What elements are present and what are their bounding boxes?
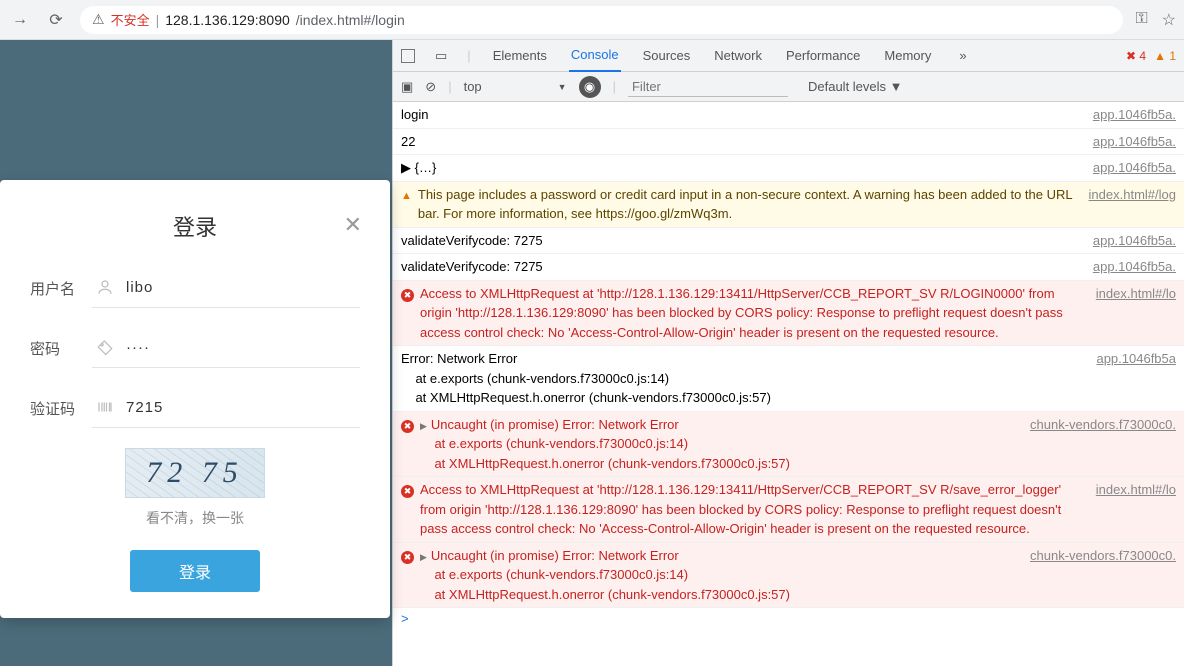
live-expression-icon[interactable]: ◉ [579, 76, 601, 98]
console-row[interactable]: ▶ {…}app.1046fb5a. [393, 155, 1184, 182]
console-filter-input[interactable] [628, 77, 788, 97]
close-icon[interactable]: ✕ [344, 212, 362, 238]
console-row[interactable]: Uncaught (in promise) Error: Network Err… [393, 543, 1184, 609]
tab-sources[interactable]: Sources [641, 40, 693, 72]
console-prompt[interactable]: > [393, 608, 1184, 629]
username-input[interactable]: libo [92, 268, 360, 308]
console-source-link[interactable]: index.html#/log [1089, 185, 1176, 224]
warning-count[interactable]: ▲ 1 [1154, 49, 1176, 63]
console-source-link[interactable]: app.1046fb5a. [1093, 105, 1176, 125]
console-source-link[interactable]: chunk-vendors.f73000c0. [1030, 415, 1176, 474]
barcode-icon [96, 398, 116, 418]
console-row[interactable]: Access to XMLHttpRequest at 'http://128.… [393, 477, 1184, 543]
tag-icon [96, 338, 116, 358]
console-source-link[interactable]: app.1046fb5a. [1093, 231, 1176, 251]
devtools-tabs: ▭ | Elements Console Sources Network Per… [393, 40, 1184, 72]
console-row[interactable]: Access to XMLHttpRequest at 'http://128.… [393, 281, 1184, 347]
captcha-value: 7215 [126, 399, 163, 416]
login-dialog: 登录 ✕ 用户名 libo 密码 ···· [0, 180, 390, 618]
console-output[interactable]: loginapp.1046fb5a.22app.1046fb5a.▶ {…}ap… [393, 102, 1184, 666]
security-text: 不安全 [111, 10, 150, 29]
password-value: ···· [126, 339, 150, 356]
console-row[interactable]: This page includes a password or credit … [393, 182, 1184, 228]
url-host: 128.1.136.129:8090 [165, 12, 290, 28]
console-toolbar: ▣ ⊘ | top▼ ◉ | Default levels ▼ [393, 72, 1184, 102]
page-content: 登录 ✕ 用户名 libo 密码 ···· [0, 40, 392, 666]
url-path: /index.html#/login [296, 12, 405, 28]
console-source-link[interactable]: app.1046fb5a. [1093, 257, 1176, 277]
console-source-link[interactable]: index.html#/lo [1096, 284, 1176, 343]
error-count[interactable]: ✖ 4 [1126, 49, 1146, 63]
console-source-link[interactable]: app.1046fb5a [1096, 349, 1176, 408]
tabs-overflow[interactable]: » [959, 48, 966, 63]
device-icon[interactable]: ▭ [435, 48, 447, 64]
forward-button[interactable]: → [8, 8, 32, 32]
console-source-link[interactable]: app.1046fb5a. [1093, 132, 1176, 152]
console-row[interactable]: Error: Network Error at e.exports (chunk… [393, 346, 1184, 412]
username-label: 用户名 [30, 278, 92, 299]
user-icon [96, 278, 116, 298]
clear-console-icon[interactable]: ⊘ [425, 79, 436, 95]
tab-memory[interactable]: Memory [882, 40, 933, 72]
console-source-link[interactable]: app.1046fb5a. [1093, 158, 1176, 178]
log-levels-selector[interactable]: Default levels ▼ [808, 79, 903, 94]
console-row[interactable]: Uncaught (in promise) Error: Network Err… [393, 412, 1184, 478]
captcha-image[interactable]: 72 75 [125, 448, 265, 498]
password-label: 密码 [30, 338, 92, 359]
captcha-refresh-link[interactable]: 看不清，换一张 [30, 508, 360, 528]
address-bar[interactable]: ⚠ 不安全 | 128.1.136.129:8090/index.html#/l… [80, 6, 1123, 34]
tab-performance[interactable]: Performance [784, 40, 862, 72]
tab-network[interactable]: Network [712, 40, 764, 72]
tab-console[interactable]: Console [569, 40, 621, 72]
login-title: 登录 [30, 210, 360, 242]
password-input[interactable]: ···· [92, 328, 360, 368]
login-button[interactable]: 登录 [130, 550, 260, 592]
console-row[interactable]: loginapp.1046fb5a. [393, 102, 1184, 129]
tab-elements[interactable]: Elements [491, 40, 549, 72]
star-icon[interactable]: ☆ [1162, 10, 1176, 30]
browser-toolbar: → ⟳ ⚠ 不安全 | 128.1.136.129:8090/index.htm… [0, 0, 1184, 40]
console-source-link[interactable]: index.html#/lo [1096, 480, 1176, 539]
key-icon[interactable]: ⚿ [1135, 10, 1147, 30]
reload-button[interactable]: ⟳ [44, 8, 68, 32]
captcha-label: 验证码 [30, 398, 92, 419]
captcha-input[interactable]: 7215 [92, 388, 360, 428]
devtools-panel: ▭ | Elements Console Sources Network Per… [392, 40, 1184, 666]
console-sidebar-toggle-icon[interactable]: ▣ [401, 79, 413, 95]
context-selector[interactable]: top▼ [464, 79, 567, 94]
console-row[interactable]: validateVerifycode: 7275app.1046fb5a. [393, 254, 1184, 281]
insecure-icon: ⚠ [92, 11, 105, 28]
username-value: libo [126, 279, 153, 296]
console-row[interactable]: validateVerifycode: 7275app.1046fb5a. [393, 228, 1184, 255]
console-source-link[interactable]: chunk-vendors.f73000c0. [1030, 546, 1176, 605]
inspect-icon[interactable] [401, 49, 415, 63]
console-row[interactable]: 22app.1046fb5a. [393, 129, 1184, 156]
